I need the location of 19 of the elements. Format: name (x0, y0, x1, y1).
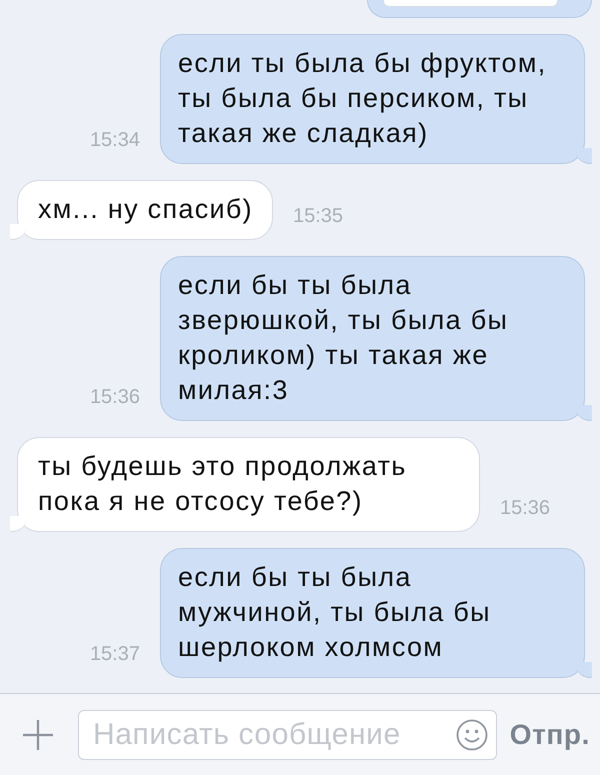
message-input[interactable]: Написать сообщение (78, 710, 497, 760)
bubble-tail-icon (10, 224, 26, 240)
smiley-icon[interactable] (456, 718, 488, 750)
plus-icon[interactable] (22, 718, 54, 750)
send-button[interactable]: Отпр. (510, 718, 590, 750)
message-text: если бы ты была мужчиной, ты была бы шерлоком холмсом (178, 561, 492, 664)
message-time: 15:35 (292, 205, 344, 227)
message-text: если бы ты была зверюшкой, ты была бы кроликом) ты такая же милая:3 (178, 269, 510, 407)
message-text: ты будешь это продолжать пока я не отсосу тебе?) (38, 450, 408, 518)
message-time: 15:36 (500, 497, 550, 519)
bubble-tail-icon (10, 516, 26, 532)
bubble-tail-icon (576, 662, 592, 678)
message-time: 15:37 (90, 643, 140, 665)
bubble-tail-icon (576, 148, 592, 164)
bubble-tail-icon (576, 405, 592, 421)
message-time: 15:36 (90, 386, 140, 408)
message-text: хм... ну спасиб) (38, 193, 253, 226)
message-time: 15:34 (90, 129, 140, 151)
message-text: если ты была бы фруктом, ты была бы персиком, ты такая же сладкая) (178, 47, 548, 150)
